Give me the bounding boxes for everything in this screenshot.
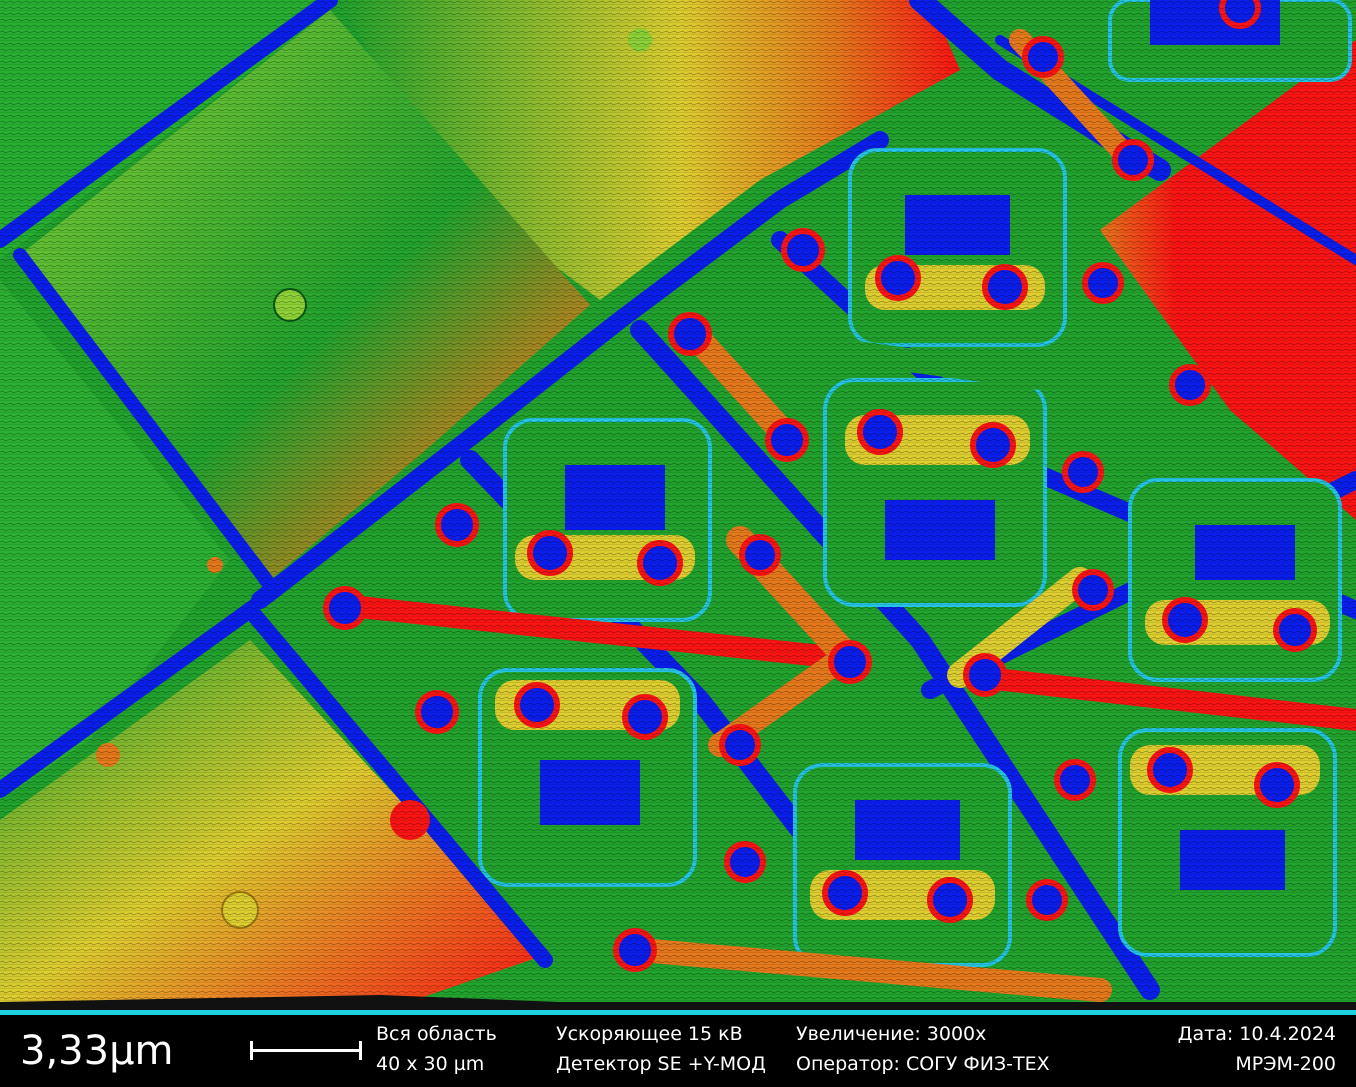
detector-text: Детектор SE +Y-МОД — [556, 1053, 766, 1075]
date-text: Дата: 10.4.2024 — [1177, 1023, 1336, 1045]
scale-bar — [250, 1041, 362, 1060]
field-value: 40 x 30 µm — [376, 1053, 485, 1075]
scale-label: 3,33µm — [20, 1028, 174, 1074]
info-bar: 3,33µm Вся область 40 x 30 µm Ускоряющее… — [0, 1015, 1356, 1087]
field-label: Вся область — [376, 1023, 497, 1045]
magnification-text: Увеличение: 3000x — [796, 1023, 987, 1045]
operator-text: Оператор: СОГУ ФИЗ-ТЕХ — [796, 1053, 1050, 1075]
voltage-text: Ускоряющее 15 кВ — [556, 1023, 743, 1045]
device-text: МРЭМ-200 — [1235, 1053, 1336, 1075]
sem-viewer: 3,33µm Вся область 40 x 30 µm Ускоряющее… — [0, 0, 1356, 1087]
sem-micrograph — [0, 0, 1356, 1010]
micrograph-image — [0, 0, 1356, 1010]
